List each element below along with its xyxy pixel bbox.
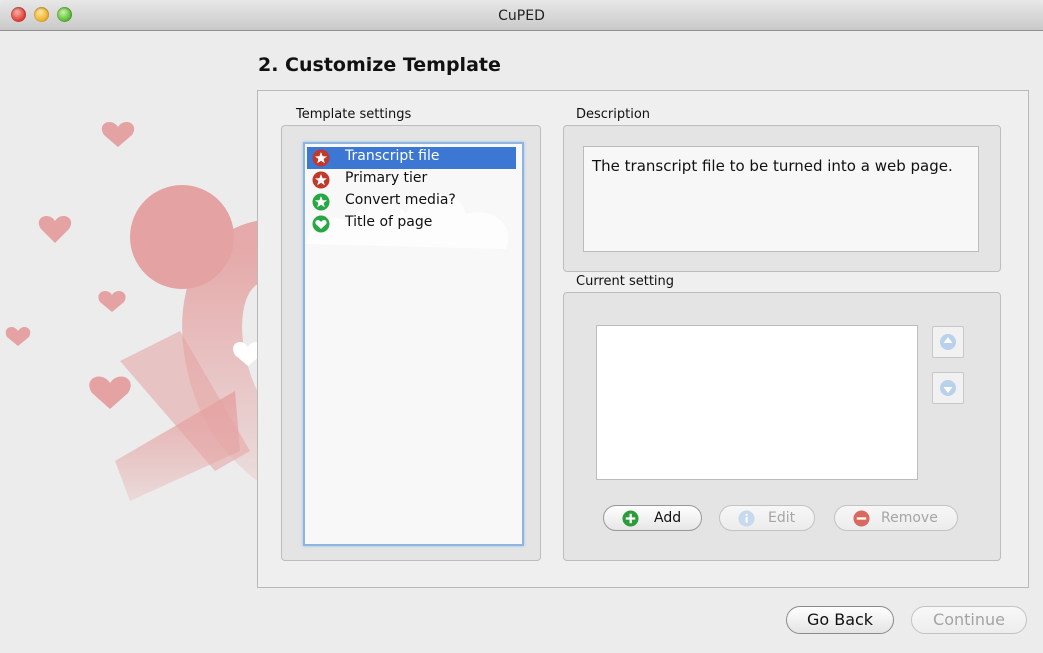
list-item-label: Title of page [345, 214, 433, 230]
star-badge-icon [312, 193, 330, 211]
list-item-convert-media[interactable]: Convert media? [307, 191, 516, 213]
background-logo-art [5, 121, 300, 501]
continue-button[interactable]: Continue [911, 606, 1027, 634]
template-settings-list[interactable]: Transcript file Primary tier Convert med… [303, 142, 524, 546]
move-down-button[interactable] [932, 372, 964, 404]
edit-button[interactable]: Edit [719, 505, 815, 531]
remove-button[interactable]: Remove [834, 505, 958, 531]
remove-button-label: Remove [881, 510, 938, 526]
current-setting-list[interactable] [596, 325, 918, 480]
title-bar: CuPED [0, 0, 1043, 31]
description-text: The transcript file to be turned into a … [592, 157, 953, 175]
move-up-button[interactable] [932, 326, 964, 358]
arrow-down-icon [940, 380, 956, 396]
go-back-button[interactable]: Go Back [786, 606, 894, 634]
arrow-up-icon [940, 334, 956, 350]
app-window: CuPED 2. Customize Template Template set… [0, 0, 1043, 653]
list-item-primary-tier[interactable]: Primary tier [307, 169, 516, 191]
list-item-title-of-page[interactable]: Title of page [307, 213, 516, 235]
list-item-label: Convert media? [345, 192, 456, 208]
description-textarea: The transcript file to be turned into a … [583, 146, 979, 252]
window-title: CuPED [498, 8, 545, 24]
current-setting-label: Current setting [576, 274, 675, 289]
list-item-transcript-file[interactable]: Transcript file [307, 147, 516, 169]
template-settings-label: Template settings [296, 107, 412, 122]
description-label: Description [576, 107, 651, 122]
minus-icon [853, 510, 870, 527]
star-badge-icon [312, 149, 330, 167]
add-button[interactable]: Add [603, 505, 702, 531]
plus-icon [622, 510, 639, 527]
page-title: 2. Customize Template [258, 54, 501, 76]
edit-button-label: Edit [768, 510, 796, 526]
add-button-label: Add [654, 510, 682, 526]
info-icon [738, 510, 755, 527]
heart-badge-icon [312, 215, 330, 233]
list-item-label: Primary tier [345, 170, 428, 186]
star-badge-icon [312, 171, 330, 189]
list-item-label: Transcript file [345, 148, 440, 164]
